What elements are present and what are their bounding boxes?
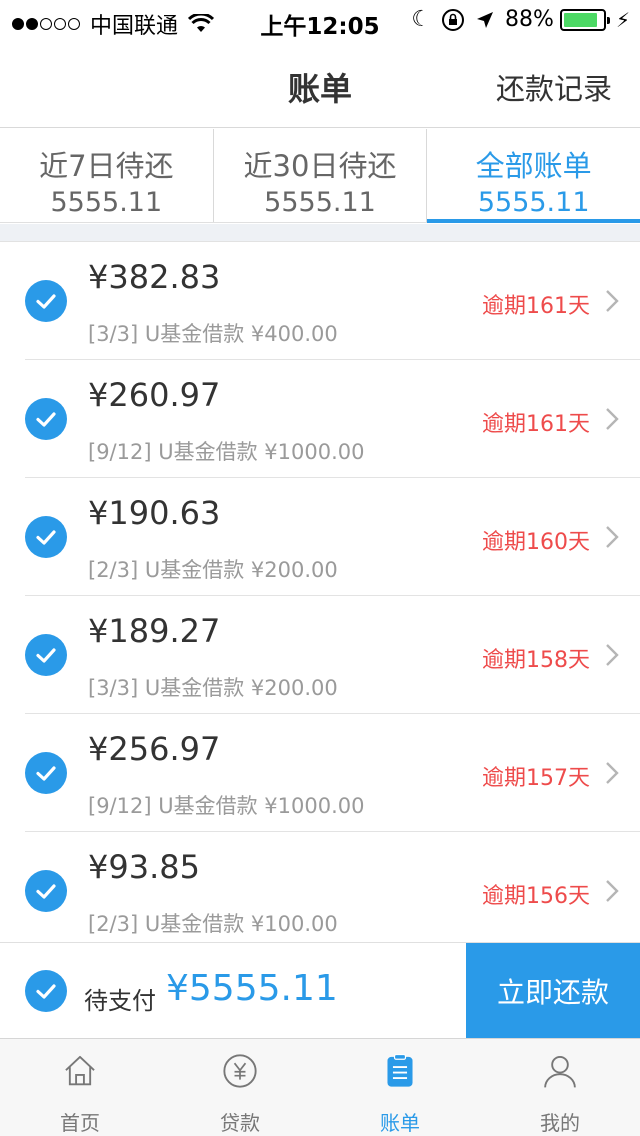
overdue-status: 逾期156天 [482,884,590,909]
chevron-right-icon [606,762,619,784]
pending-payment-label: 待支付 [84,987,156,1015]
bill-description: [2/3] U基金借款 ¥200.00 [88,558,338,582]
pending-payment-amount: ¥5555.11 [166,968,338,1009]
bill-amount: ¥93.85 [88,848,200,886]
bill-clipboard-icon [387,1053,413,1087]
tab-all-bills[interactable]: 全部账单 5555.11 [427,129,640,223]
bill-list: ¥382.83 [3/3] U基金借款 ¥400.00 逾期161天 ¥260.… [0,242,640,942]
user-icon [544,1055,576,1088]
bill-description: [3/3] U基金借款 ¥400.00 [88,322,338,346]
bill-row[interactable]: ¥256.97 [9/12] U基金借款 ¥1000.00 逾期157天 [0,714,640,832]
bill-amount: ¥382.83 [88,258,221,296]
wifi-icon [188,14,215,32]
status-right: ☾ 88% ⚡ [411,7,630,32]
tab-7-days[interactable]: 近7日待还 5555.11 [0,129,214,222]
tabbar-label: 贷款 [220,1111,260,1135]
bottom-tab-bar: 首页 贷款 账单 我的 [0,1038,640,1136]
home-icon [65,1055,95,1086]
chevron-right-icon [606,290,619,312]
status-bar: 中国联通 上午12:05 ☾ 88% ⚡ [0,0,640,40]
payment-bar: 待支付 ¥5555.11 立即还款 [0,942,640,1039]
bill-row[interactable]: ¥260.97 [9/12] U基金借款 ¥1000.00 逾期161天 [0,360,640,478]
bill-row[interactable]: ¥190.63 [2/3] U基金借款 ¥200.00 逾期160天 [0,478,640,596]
checkmark-icon[interactable] [25,634,67,676]
overdue-status: 逾期157天 [482,766,590,791]
charging-bolt-icon: ⚡ [615,7,630,32]
tab-30-days[interactable]: 近30日待还 5555.11 [214,129,428,222]
bill-filter-tabs: 近7日待还 5555.11 近30日待还 5555.11 全部账单 5555.1… [0,129,640,223]
tabbar-item-me[interactable]: 我的 [480,1039,640,1136]
overdue-status: 逾期161天 [482,412,590,437]
battery-percent: 88% [505,7,554,32]
repay-now-button[interactable]: 立即还款 [466,943,640,1039]
tabbar-label: 我的 [540,1111,580,1135]
chevron-right-icon [606,408,619,430]
tabbar-label: 账单 [380,1111,420,1135]
checkmark-icon[interactable] [25,516,67,558]
bill-description: [3/3] U基金借款 ¥200.00 [88,676,338,700]
bill-amount: ¥189.27 [88,612,221,650]
status-left: 中国联通 [12,8,215,40]
checkmark-icon[interactable] [25,752,67,794]
select-all-checkmark-icon[interactable] [25,970,67,1012]
chevron-right-icon [606,526,619,548]
repayment-record-link[interactable]: 还款记录 [496,66,612,108]
tab-label: 近30日待还 [243,149,397,183]
tabbar-item-home[interactable]: 首页 [0,1039,160,1136]
signal-dots-icon [12,18,82,30]
moon-icon: ☾ [411,7,432,32]
tab-label: 近7日待还 [39,149,174,183]
yuan-coin-icon [223,1054,257,1088]
bill-amount: ¥260.97 [88,376,221,414]
tabbar-label: 首页 [60,1111,100,1135]
bill-row[interactable]: ¥93.85 [2/3] U基金借款 ¥100.00 逾期156天 [0,832,640,942]
location-arrow-icon [477,11,494,28]
rotation-lock-icon [442,8,465,31]
tab-amount: 5555.11 [50,187,163,218]
bill-amount: ¥190.63 [88,494,221,532]
tab-label: 全部账单 [475,149,592,183]
bill-description: [9/12] U基金借款 ¥1000.00 [88,440,365,464]
overdue-status: 逾期160天 [482,530,590,555]
nav-bar: 账单 还款记录 [0,40,640,128]
carrier-name: 中国联通 [90,14,179,39]
section-spacer [0,224,640,242]
bill-row[interactable]: ¥382.83 [3/3] U基金借款 ¥400.00 逾期161天 [0,242,640,360]
tab-amount: 5555.11 [477,187,590,218]
checkmark-icon[interactable] [25,280,67,322]
tab-amount: 5555.11 [264,187,376,218]
tabbar-item-bills[interactable]: 账单 [320,1039,480,1136]
chevron-right-icon [606,644,619,666]
battery-icon [559,8,610,31]
bill-row[interactable]: ¥189.27 [3/3] U基金借款 ¥200.00 逾期158天 [0,596,640,714]
checkmark-icon[interactable] [25,870,67,912]
overdue-status: 逾期161天 [482,294,590,319]
bill-description: [9/12] U基金借款 ¥1000.00 [88,794,365,818]
chevron-right-icon [606,880,619,902]
checkmark-icon[interactable] [25,398,67,440]
bill-description: [2/3] U基金借款 ¥100.00 [88,912,338,936]
bill-amount: ¥256.97 [88,730,221,768]
overdue-status: 逾期158天 [482,648,590,673]
tabbar-item-loan[interactable]: 贷款 [160,1039,320,1136]
